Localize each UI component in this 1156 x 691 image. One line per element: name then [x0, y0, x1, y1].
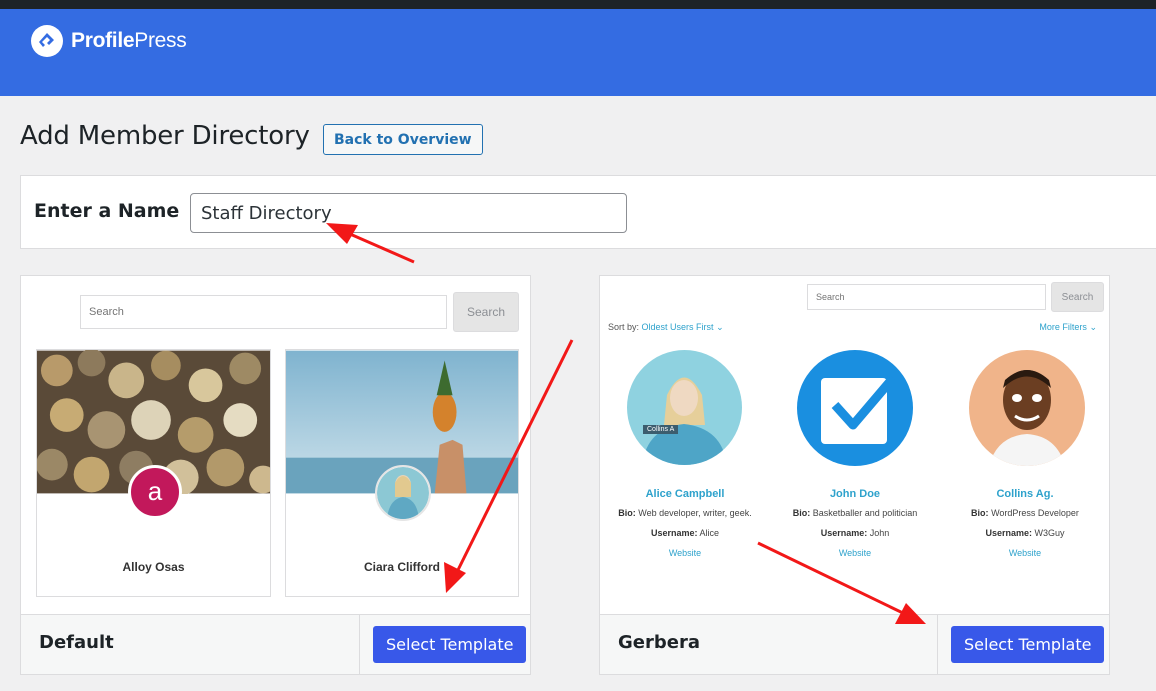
username-label: Username: — [820, 528, 868, 538]
sort-dropdown: Oldest Users First — [641, 322, 714, 332]
member-username: Username: W3Guy — [940, 528, 1110, 538]
member-name: John Doe — [829, 488, 881, 500]
select-template-button[interactable]: Select Template — [373, 626, 527, 663]
member-name: Alloy Osas — [122, 560, 185, 574]
chevron-down-icon: ⌄ — [1089, 322, 1097, 332]
sort-label: Sort by: — [608, 322, 640, 332]
member-username: Username: Alice — [600, 528, 770, 538]
preview-search-button: Search — [1051, 282, 1104, 312]
template-card-footer: Default Select Template — [21, 614, 530, 674]
username-text: Alice — [699, 528, 720, 538]
member-name: Alice Campbell — [645, 488, 725, 500]
member-website-link: Website — [1008, 548, 1042, 558]
chevron-down-icon: ⌄ — [716, 322, 724, 332]
bio-text: WordPress Developer — [991, 508, 1079, 518]
username-text: W3Guy — [1034, 528, 1065, 538]
avatar — [627, 350, 742, 465]
template-name: Default — [39, 632, 114, 653]
more-filters: More Filters ⌄ — [1039, 322, 1097, 333]
preview-search-input — [80, 295, 447, 329]
preview-search-button: Search — [453, 292, 519, 332]
profilepress-logo[interactable]: ProfilePress — [31, 25, 187, 57]
name-label: Enter a Name — [34, 200, 180, 222]
preview-member-card: a Alloy Osas — [36, 349, 271, 597]
bio-label: Bio: — [618, 508, 636, 518]
template-card-default: Search a Alloy Osas — [20, 275, 531, 675]
name-panel: Enter a Name — [20, 175, 1156, 249]
member-bio: Bio: WordPress Developer — [940, 508, 1110, 518]
footer-divider — [937, 615, 938, 674]
back-to-overview-button[interactable]: Back to Overview — [323, 124, 483, 155]
username-label: Username: — [985, 528, 1032, 538]
sort-by: Sort by: Oldest Users First ⌄ — [608, 322, 724, 333]
member-bio: Bio: Basketballer and politician — [770, 508, 940, 518]
preview-search-input — [807, 284, 1046, 310]
avatar: a — [128, 465, 182, 519]
username-label: Username: — [650, 528, 698, 538]
template-name: Gerbera — [618, 632, 700, 653]
member-name: Collins Ag. — [996, 488, 1054, 500]
member-name: Ciara Clifford — [363, 560, 440, 574]
page-title: Add Member Directory — [20, 121, 310, 151]
bio-label: Bio: — [792, 508, 811, 518]
checkbox-check-icon — [821, 375, 897, 444]
username-text: John — [869, 528, 890, 538]
bio-text: Basketballer and politician — [812, 508, 918, 518]
select-template-button[interactable]: Select Template — [951, 626, 1105, 663]
top-strip — [0, 0, 1156, 9]
member-bio: Bio: Web developer, writer, geek. — [600, 508, 770, 518]
avatar — [969, 350, 1085, 466]
footer-divider — [359, 615, 360, 674]
directory-name-input[interactable] — [190, 193, 627, 233]
avatar — [375, 465, 431, 521]
template-card-gerbera: Search Sort by: Oldest Users First ⌄ Mor… — [599, 275, 1110, 675]
avatar — [797, 350, 913, 466]
more-filters-label: More Filters — [1039, 322, 1087, 332]
brand-name-light: Press — [134, 29, 187, 52]
preview-member-card: Ciara Clifford — [285, 349, 519, 597]
app-header: ProfilePress — [0, 9, 1156, 96]
bio-text: Web developer, writer, geek. — [638, 508, 752, 518]
template-card-footer: Gerbera Select Template — [600, 614, 1109, 674]
member-website-link: Website — [838, 548, 872, 558]
member-website-link: Website — [668, 548, 702, 558]
brand-name-bold: Profile — [71, 29, 135, 52]
avatar-letter: a — [147, 476, 163, 506]
profilepress-logo-icon — [31, 25, 63, 57]
member-username: Username: John — [770, 528, 940, 538]
avatar-tag: Collins A — [643, 425, 679, 434]
bio-label: Bio: — [971, 508, 989, 518]
